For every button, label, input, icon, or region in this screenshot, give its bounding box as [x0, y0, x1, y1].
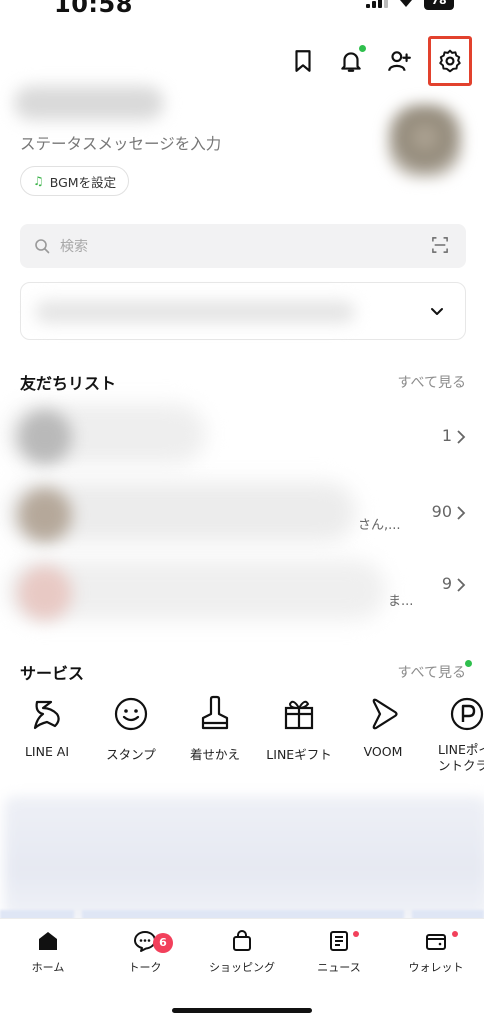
- friend-avatar: [18, 488, 72, 542]
- gift-icon: [284, 700, 314, 730]
- service-label: 着せかえ: [189, 747, 240, 762]
- bgm-label: BGMを設定: [49, 174, 117, 190]
- friend-count: 1: [441, 426, 452, 445]
- friend-avatar: [18, 410, 72, 464]
- service-voom[interactable]: VOOM: [340, 694, 426, 759]
- search-placeholder: 検索: [60, 239, 88, 255]
- bell-icon: [341, 52, 361, 72]
- friend-message-snippet: さん,...: [358, 518, 401, 533]
- chevron-right-icon: [457, 430, 466, 444]
- bookmark-icon: [295, 50, 311, 72]
- bookmark-button[interactable]: [284, 41, 322, 81]
- promo-banner[interactable]: [4, 796, 484, 922]
- friend-message-snippet: ま...: [388, 594, 414, 609]
- news-new-dot: [353, 931, 359, 937]
- friend-row[interactable]: ま... 9: [0, 552, 484, 632]
- tab-shopping[interactable]: ショッピング: [194, 929, 290, 975]
- gear-icon: [439, 49, 461, 73]
- qr-scan-icon[interactable]: [432, 237, 448, 253]
- friends-see-all-link[interactable]: すべて見る: [398, 372, 466, 392]
- settings-button[interactable]: [428, 36, 472, 86]
- friends-section-title: 友だちリスト: [20, 374, 117, 393]
- avatar[interactable]: [388, 104, 462, 178]
- service-label: スタンプ: [106, 747, 156, 762]
- unread-badge: 6: [153, 933, 173, 953]
- friend-row[interactable]: さん,... 90: [0, 474, 484, 554]
- group-dropdown[interactable]: [20, 282, 466, 340]
- services-new-dot: [465, 660, 472, 667]
- service-label: LINEポイントクラブ: [438, 742, 484, 773]
- chevron-right-icon: [457, 506, 466, 520]
- service-stamp[interactable]: スタンプ: [88, 694, 174, 763]
- tab-home[interactable]: ホーム: [0, 929, 96, 975]
- brush-icon: [201, 695, 229, 730]
- service-gift[interactable]: LINEギフト: [256, 694, 342, 763]
- profile-name[interactable]: [14, 86, 164, 120]
- tab-label: ウォレット: [408, 961, 464, 974]
- tab-label: ホーム: [31, 961, 65, 974]
- news-icon: [330, 931, 348, 951]
- status-message[interactable]: ステータスメッセージを入力: [20, 132, 221, 154]
- search-icon: [35, 239, 50, 254]
- status-time: 10:58: [54, 0, 133, 18]
- chevron-right-icon: [457, 578, 466, 592]
- add-friend-button[interactable]: [380, 41, 418, 81]
- home-icon: [39, 932, 57, 950]
- tab-wallet[interactable]: ウォレット: [388, 929, 484, 975]
- tab-label: トーク: [128, 961, 162, 974]
- services-see-all-link[interactable]: すべて見る: [398, 662, 466, 682]
- chevron-down-icon: [431, 308, 443, 315]
- add-user-icon: [388, 51, 411, 72]
- bag-icon: [233, 930, 251, 951]
- friend-count: 90: [431, 502, 452, 521]
- signal-icon: [366, 0, 388, 8]
- service-label: LINEギフト: [266, 747, 332, 762]
- notification-dot: [359, 45, 366, 52]
- bgm-button[interactable]: ♫ BGMを設定: [20, 166, 130, 196]
- services-section-title: サービス: [20, 664, 85, 683]
- service-label: LINE AI: [24, 744, 70, 759]
- service-label: VOOM: [363, 744, 403, 759]
- service-points[interactable]: LINEポイントクラブ: [424, 694, 484, 774]
- friend-avatar: [18, 566, 72, 620]
- smiley-icon: [114, 697, 148, 731]
- tab-talk[interactable]: 6 トーク: [97, 929, 193, 975]
- line-ai-icon: [33, 700, 60, 730]
- notifications-button[interactable]: [332, 41, 370, 81]
- status-bar: 10:58 78: [0, 0, 484, 20]
- header-actions: [284, 36, 472, 86]
- tab-news[interactable]: ニュース: [291, 929, 387, 975]
- home-indicator: [172, 1008, 312, 1013]
- tab-label: ニュース: [317, 961, 361, 974]
- battery-icon: 78: [424, 0, 454, 10]
- music-note-icon: ♫: [33, 174, 44, 188]
- search-input[interactable]: 検索: [20, 224, 466, 268]
- points-icon: [450, 697, 484, 731]
- friend-count: 9: [441, 574, 452, 593]
- service-line-ai[interactable]: LINE AI: [4, 694, 90, 759]
- wallet-icon: [426, 934, 446, 950]
- service-theme[interactable]: 着せかえ: [172, 694, 258, 763]
- tab-label: ショッピング: [209, 961, 275, 974]
- friend-row[interactable]: 1: [0, 396, 484, 476]
- services-row: LINE AI スタンプ 着せかえ LINEギフト VOOM LINEポ ントク…: [0, 694, 484, 790]
- play-icon: [372, 698, 398, 730]
- wallet-new-dot: [452, 931, 458, 937]
- group-content: [35, 301, 355, 323]
- wifi-icon: [400, 0, 412, 7]
- status-icons: 78: [366, 0, 454, 10]
